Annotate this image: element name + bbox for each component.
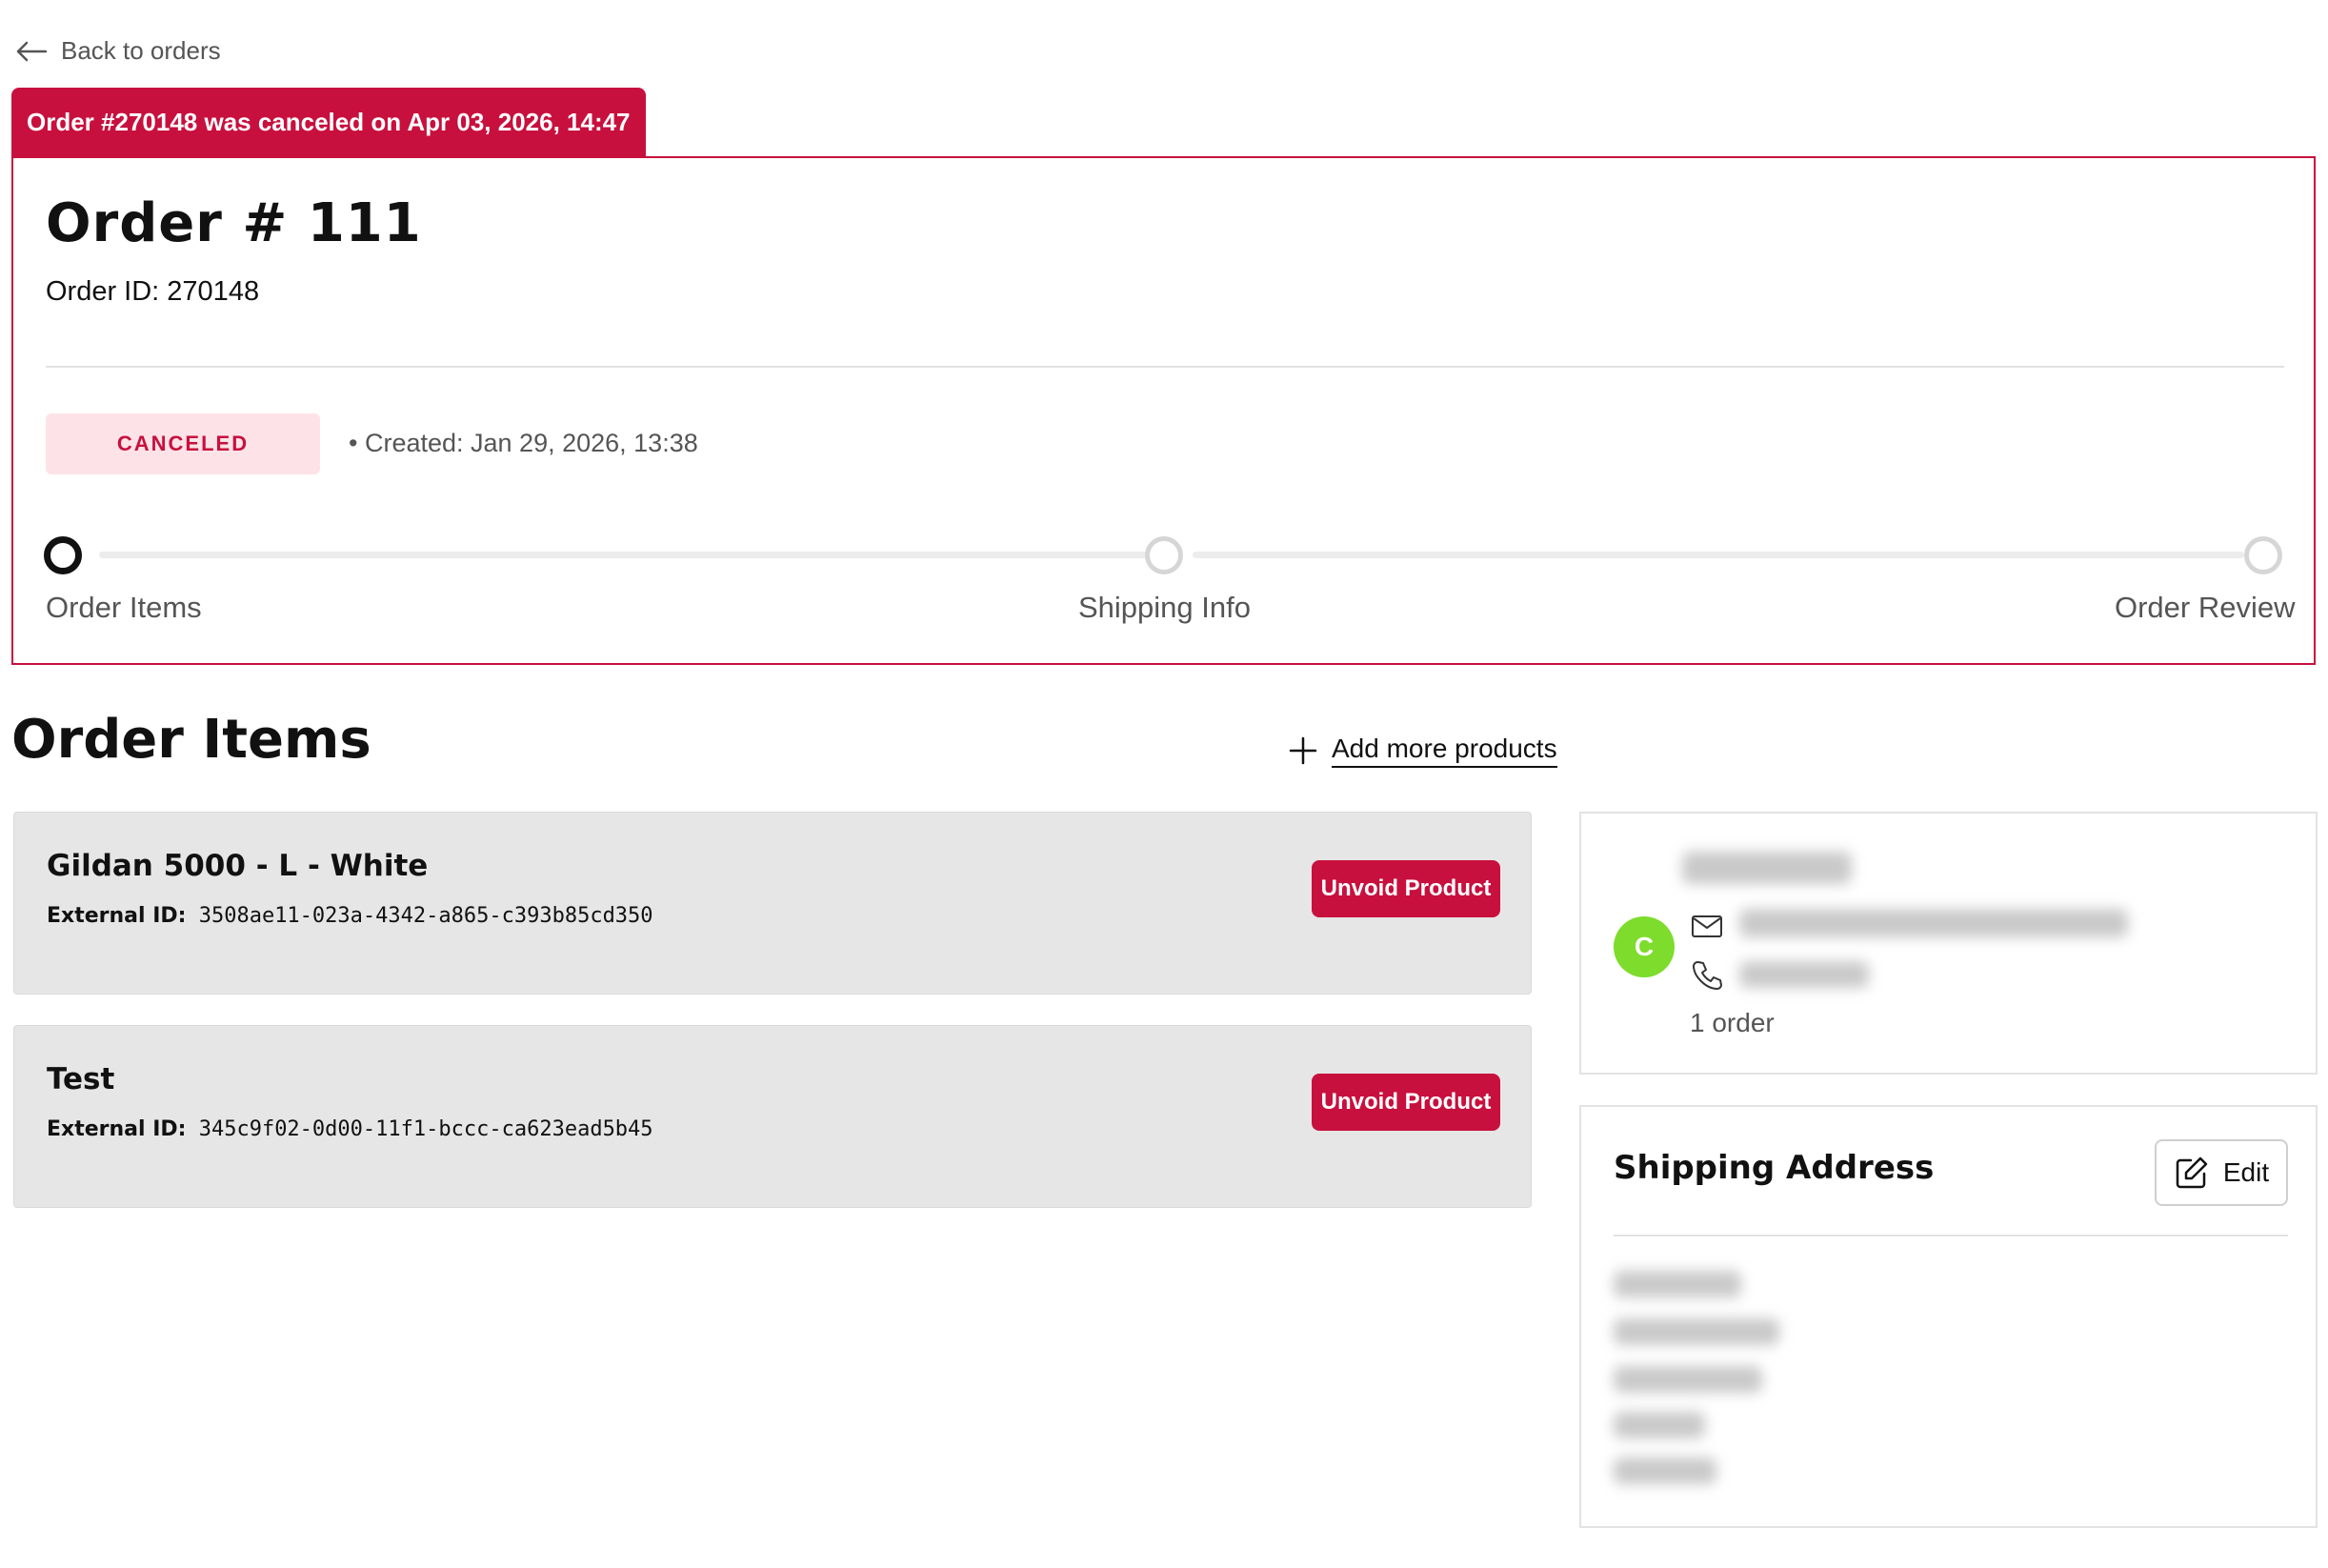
external-id-key: External ID: <box>47 904 187 928</box>
item-name: Gildan 5000 - L - White <box>47 849 429 883</box>
shipping-address-card: Shipping Address Edit <box>1579 1105 2318 1528</box>
step-label-order-review[interactable]: Order Review <box>2115 591 2296 625</box>
canceled-banner: Order #270148 was canceled on Apr 03, 20… <box>11 88 646 156</box>
external-id-value: 3508ae11-023a-4342-a865-c393b85cd350 <box>198 904 653 928</box>
divider <box>46 366 2284 368</box>
step-label-order-items[interactable]: Order Items <box>46 591 202 625</box>
created-label: Created: Jan 29, 2026, 13:38 <box>364 429 698 457</box>
add-more-products-link[interactable]: Add more products <box>1288 734 1557 768</box>
orders-count: 1 order <box>1690 1008 1775 1037</box>
mail-icon <box>1692 915 1722 937</box>
status-badge: CANCELED <box>46 413 320 474</box>
external-id-value: 345c9f02-0d00-11f1-bccc-ca623ead5b45 <box>198 1117 653 1141</box>
step-dot-shipping-info[interactable] <box>1145 536 1183 574</box>
address-line-3-redacted <box>1614 1366 1762 1393</box>
unvoid-product-button[interactable]: Unvoid Product <box>1312 860 1500 917</box>
order-summary-card: Order # 111 Order ID: 270148 CANCELED • … <box>11 156 2316 665</box>
customer-card: C 1 order <box>1579 812 2318 1075</box>
item-external-id: External ID: 345c9f02-0d00-11f1-bccc-ca6… <box>47 1117 653 1141</box>
back-to-orders-label: Back to orders <box>61 36 221 65</box>
avatar: C <box>1614 916 1675 977</box>
item-external-id: External ID: 3508ae11-023a-4342-a865-c39… <box>47 904 653 928</box>
item-name: Test <box>47 1062 115 1096</box>
order-item-card: Test External ID: 345c9f02-0d00-11f1-bcc… <box>13 1025 1532 1208</box>
plus-icon <box>1289 736 1317 765</box>
divider <box>1614 1235 2288 1236</box>
address-line-4-redacted <box>1614 1412 1705 1438</box>
edit-icon <box>2176 1156 2208 1189</box>
arrow-left-icon <box>16 41 48 61</box>
step-dot-order-items[interactable] <box>44 536 82 574</box>
step-dot-order-review[interactable] <box>2244 536 2282 574</box>
page-title: Order # 111 <box>46 192 422 254</box>
order-item-card: Gildan 5000 - L - White External ID: 350… <box>13 812 1532 995</box>
address-line-5-redacted <box>1614 1457 1716 1484</box>
address-line-1-redacted <box>1614 1271 1741 1297</box>
created-timestamp: • Created: Jan 29, 2026, 13:38 <box>349 429 698 457</box>
shipping-address-heading: Shipping Address <box>1614 1149 1935 1187</box>
add-more-products-label: Add more products <box>1332 734 1557 768</box>
back-to-orders-link[interactable]: Back to orders <box>15 36 221 66</box>
edit-address-button[interactable]: Edit <box>2155 1139 2288 1206</box>
edit-label: Edit <box>2222 1157 2270 1187</box>
phone-icon <box>1693 961 1722 990</box>
address-line-2-redacted <box>1614 1318 1779 1345</box>
step-label-shipping-info[interactable]: Shipping Info <box>1078 591 1251 625</box>
customer-email-redacted <box>1739 909 2128 937</box>
stepper-line-1 <box>99 552 1151 558</box>
stepper-line-2 <box>1193 552 2244 558</box>
order-items-heading: Order Items <box>11 709 371 771</box>
external-id-key: External ID: <box>47 1117 187 1141</box>
customer-name-redacted <box>1682 852 1852 884</box>
customer-phone-redacted <box>1739 961 1869 988</box>
order-id: Order ID: 270148 <box>46 276 260 307</box>
unvoid-product-button[interactable]: Unvoid Product <box>1312 1074 1500 1131</box>
